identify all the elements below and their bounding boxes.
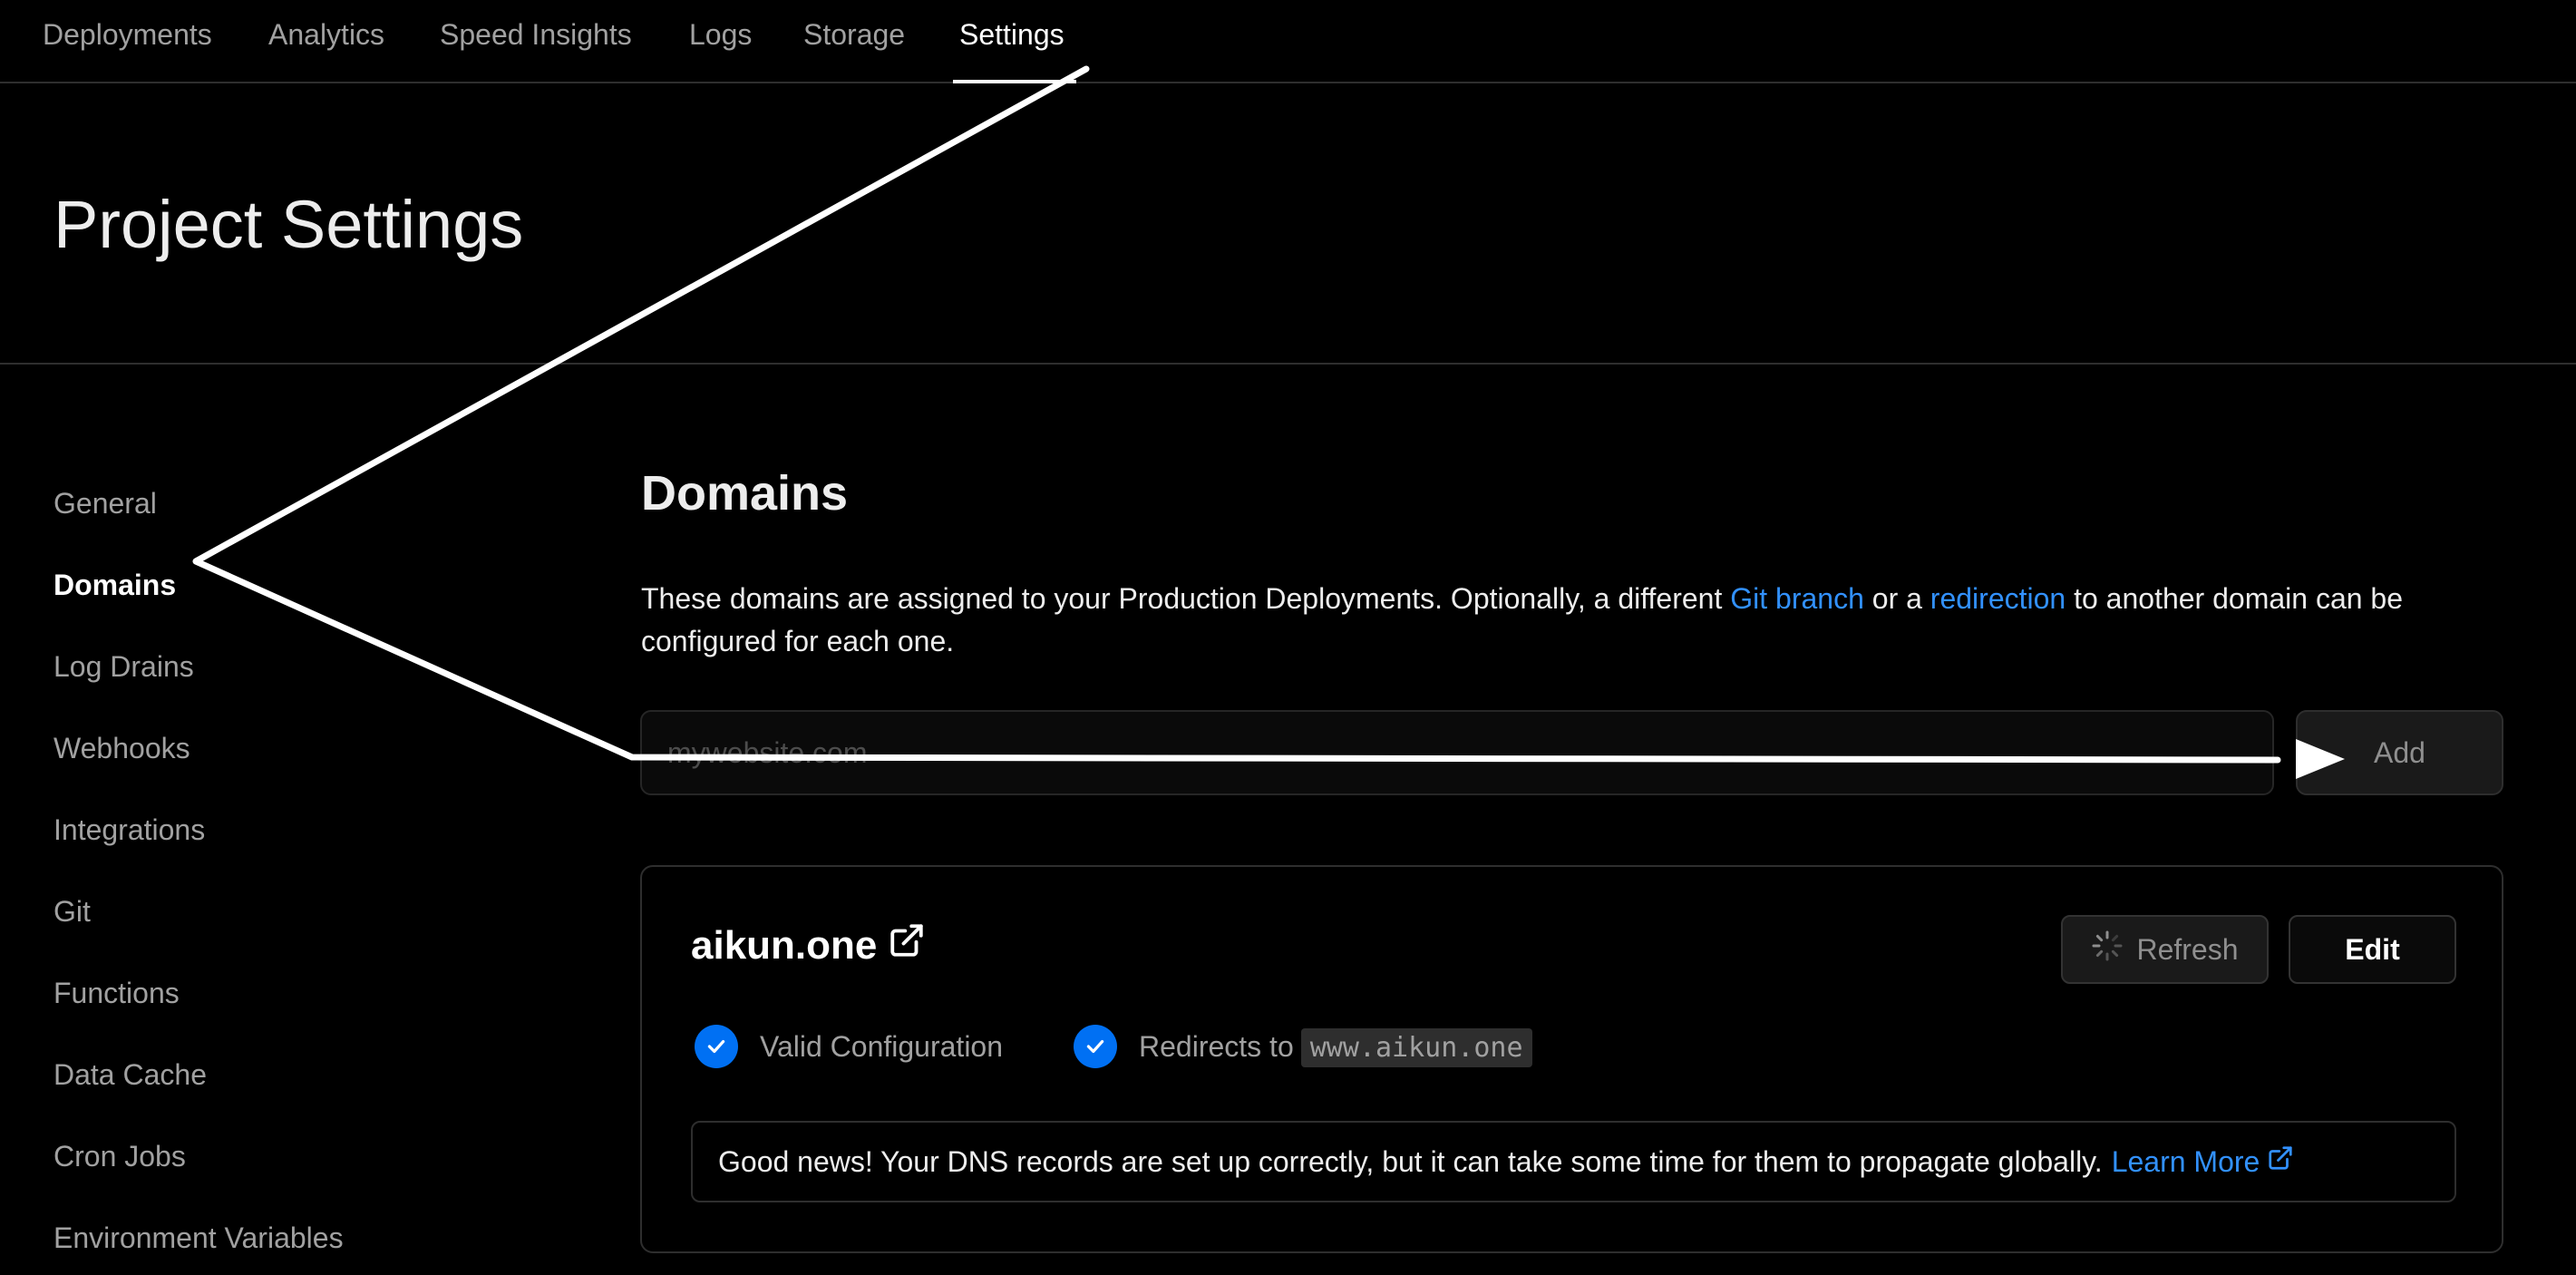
domains-description: These domains are assigned to your Produ… bbox=[641, 578, 2500, 663]
domain-input[interactable] bbox=[640, 710, 2274, 795]
redirect-status: Redirects to www.aikun.one bbox=[1074, 1025, 1532, 1068]
tab-storage[interactable]: Storage bbox=[803, 18, 905, 52]
dns-info-text: Good news! Your DNS records are set up c… bbox=[718, 1144, 2103, 1178]
spinner-icon bbox=[2091, 929, 2124, 969]
tab-logs[interactable]: Logs bbox=[689, 18, 752, 52]
domain-card: aikun.one Refresh Edit Valid Configurati… bbox=[640, 865, 2503, 1253]
valid-configuration-status: Valid Configuration bbox=[695, 1025, 1003, 1068]
sidebar-item-log-drains[interactable]: Log Drains bbox=[53, 650, 194, 684]
domain-name: aikun.one bbox=[691, 922, 878, 968]
check-icon bbox=[1074, 1025, 1117, 1068]
tab-speed-insights[interactable]: Speed Insights bbox=[440, 18, 632, 52]
redirection-link[interactable]: redirection bbox=[1930, 582, 2066, 615]
edit-button[interactable]: Edit bbox=[2289, 915, 2456, 984]
sidebar-item-domains[interactable]: Domains bbox=[53, 569, 176, 602]
description-text: These domains are assigned to your Produ… bbox=[641, 582, 1731, 615]
domains-section-title: Domains bbox=[641, 466, 849, 521]
description-text: or a bbox=[1863, 582, 1930, 615]
sidebar-item-webhooks[interactable]: Webhooks bbox=[53, 732, 190, 765]
active-tab-indicator bbox=[953, 80, 1076, 83]
refresh-button[interactable]: Refresh bbox=[2061, 915, 2269, 984]
status-valid-label: Valid Configuration bbox=[760, 1029, 1004, 1063]
page-title: Project Settings bbox=[53, 187, 524, 262]
add-domain-button[interactable]: Add bbox=[2296, 710, 2503, 795]
learn-more-label: Learn More bbox=[2111, 1144, 2260, 1178]
tab-deployments[interactable]: Deployments bbox=[43, 18, 212, 52]
sidebar-item-integrations[interactable]: Integrations bbox=[53, 813, 205, 847]
top-nav: Deployments Analytics Speed Insights Log… bbox=[0, 0, 2576, 83]
git-branch-link[interactable]: Git branch bbox=[1730, 582, 1864, 615]
sidebar-item-data-cache[interactable]: Data Cache bbox=[53, 1058, 207, 1092]
sidebar-item-cron-jobs[interactable]: Cron Jobs bbox=[53, 1140, 186, 1173]
refresh-label: Refresh bbox=[2136, 932, 2239, 966]
check-icon bbox=[695, 1025, 738, 1068]
tab-analytics[interactable]: Analytics bbox=[268, 18, 384, 52]
sidebar-item-general[interactable]: General bbox=[53, 487, 157, 521]
sidebar-item-functions[interactable]: Functions bbox=[53, 977, 180, 1010]
redirect-target: www.aikun.one bbox=[1300, 1027, 1532, 1067]
external-link-icon bbox=[888, 921, 926, 969]
external-link-icon bbox=[2267, 1144, 2294, 1179]
dns-info-box: Good news! Your DNS records are set up c… bbox=[691, 1121, 2456, 1202]
redirect-label: Redirects to bbox=[1139, 1029, 1294, 1063]
learn-more-link[interactable]: Learn More bbox=[2112, 1144, 2295, 1179]
domain-name-link[interactable]: aikun.one bbox=[691, 921, 926, 969]
sidebar-item-git[interactable]: Git bbox=[53, 895, 91, 929]
sidebar-item-environment-variables[interactable]: Environment Variables bbox=[53, 1221, 344, 1255]
header-divider bbox=[0, 363, 2576, 365]
tab-settings[interactable]: Settings bbox=[959, 18, 1064, 52]
